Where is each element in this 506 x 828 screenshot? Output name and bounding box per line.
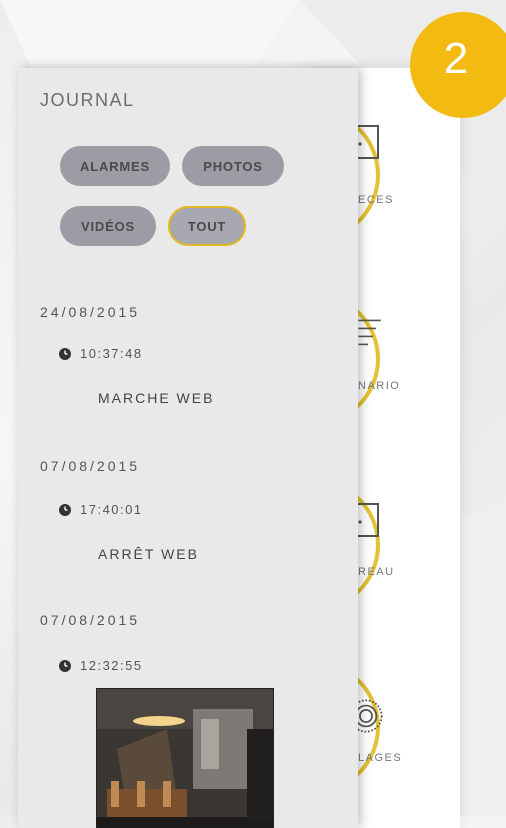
entry-event: ARRÊT WEB: [98, 546, 199, 562]
entry-date: 07/08/2015: [40, 458, 141, 474]
entry-photo-thumbnail[interactable]: [96, 688, 274, 828]
menu-label: REAU: [358, 566, 395, 578]
entry-time: 17:40:01: [80, 502, 143, 517]
entry-event: MARCHE WEB: [98, 390, 215, 406]
filter-videos-button[interactable]: VIDÉOS: [60, 206, 156, 246]
menu-label: NARIO: [358, 380, 401, 392]
entry-date: 24/08/2015: [40, 304, 141, 320]
entry-time-row: 10:37:48: [58, 346, 143, 361]
clock-icon: [59, 503, 71, 516]
journal-title: JOURNAL: [40, 90, 135, 110]
filter-photos-button[interactable]: PHOTOS: [182, 146, 284, 186]
entry-time: 12:32:55: [80, 658, 143, 673]
entry-time-row: 17:40:01: [58, 502, 143, 517]
clock-icon: [59, 659, 71, 672]
journal-panel: JOURNAL ALARMES PHOTOS VIDÉOS TOUT 24/08…: [18, 68, 358, 828]
entry-time: 10:37:48: [80, 346, 143, 361]
filter-alarmes-button[interactable]: ALARMES: [60, 146, 170, 186]
entry-time-row: 12:32:55: [58, 658, 143, 673]
clock-icon: [59, 347, 71, 360]
entry-date: 07/08/2015: [40, 612, 141, 628]
step-number: 2: [443, 34, 469, 83]
step-badge: 2: [410, 12, 506, 118]
interior-photo: [97, 689, 273, 828]
filter-tout-button[interactable]: TOUT: [168, 206, 246, 246]
menu-label: LAGES: [358, 752, 403, 764]
menu-label: ECES: [358, 194, 394, 206]
